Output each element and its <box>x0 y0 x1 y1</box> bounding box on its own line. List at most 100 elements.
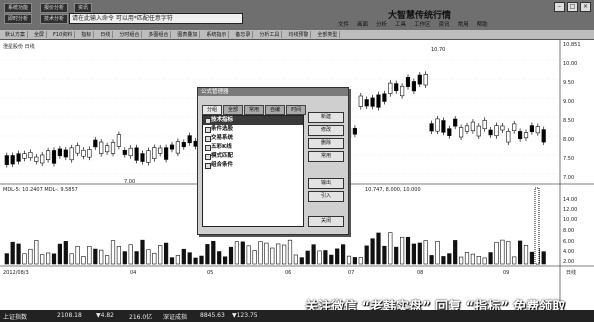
toolbar-intraday[interactable]: 分时组合 <box>117 31 143 38</box>
volume-bar <box>34 240 39 265</box>
tab-common[interactable]: 常用 <box>244 105 265 115</box>
edit-button[interactable]: 修改 <box>308 125 344 136</box>
candle <box>399 85 405 97</box>
candle <box>105 145 110 153</box>
tab-custom[interactable]: 自编 <box>265 105 286 115</box>
volume-bar <box>128 244 133 265</box>
delete-button[interactable]: 删除 <box>308 138 344 149</box>
index1-amount: 216.0亿 <box>129 314 153 321</box>
volume-bar <box>464 252 470 265</box>
volume-bar <box>105 255 110 265</box>
system-button[interactable]: 系统功能 <box>4 3 33 13</box>
vol-tick: 8.00 <box>563 228 574 234</box>
common-button[interactable]: 常用 <box>308 151 344 162</box>
title-bar: 系统功能 报价分析 即时分析 技术分析 资讯 请在此输入命令 可以用*匹配任意字… <box>0 0 594 30</box>
toolbar-fullscreen[interactable]: 全屏 <box>32 31 48 38</box>
volume-bar <box>405 236 411 265</box>
minimize-icon[interactable]: – <box>554 2 565 12</box>
volume-bar <box>264 242 269 265</box>
menu-workspace[interactable]: 工作区 <box>414 20 431 28</box>
tab-time[interactable]: 时间 <box>286 105 307 115</box>
volume-bar <box>199 255 204 265</box>
menu-analysis[interactable]: 分析 <box>376 20 387 28</box>
candle <box>405 77 411 87</box>
candle <box>470 121 476 132</box>
volume-bar <box>169 257 175 265</box>
volume-bar <box>293 254 299 265</box>
date-label: 2012/08/3 <box>3 270 29 276</box>
date-label: 06 <box>285 270 291 276</box>
volume-bar <box>223 256 228 265</box>
candle <box>494 125 499 137</box>
volume-bar <box>346 255 352 265</box>
quote-button[interactable]: 报价分析 <box>40 3 69 13</box>
volume-bar <box>311 244 316 265</box>
price-tick: 8.50 <box>563 118 574 124</box>
info-button[interactable]: 资讯 <box>74 3 93 13</box>
close-button[interactable]: 关闭 <box>308 216 344 227</box>
tab-group[interactable]: 分组 <box>202 105 223 115</box>
candle <box>435 118 440 132</box>
toolbar-memo[interactable]: 备忘录 <box>233 31 254 38</box>
toolbar-alert[interactable]: 均线预警 <box>286 31 312 38</box>
volume-bar <box>258 241 263 265</box>
formula-list[interactable]: 技术指标 条件选股 交易系统 五彩K线 模式匹配 组合条件 <box>202 115 304 227</box>
index1-change: ▼4.82 <box>96 312 114 319</box>
command-input[interactable]: 请在此输入命令 可以用*匹配任意字符 <box>69 13 243 24</box>
menu-file[interactable]: 文件 <box>338 20 349 28</box>
toolbar-multi[interactable]: 多图组合 <box>146 31 172 38</box>
volume-bar <box>423 240 428 265</box>
candle <box>128 147 133 157</box>
vol-tick: 14.00 <box>563 197 577 203</box>
close-icon[interactable]: × <box>580 2 591 12</box>
toolbar-tools[interactable]: 分析工具 <box>257 31 283 38</box>
volume-bar <box>158 245 163 265</box>
instant-button[interactable]: 即时分析 <box>4 14 33 24</box>
volume-bar <box>352 257 358 265</box>
candle <box>535 126 540 134</box>
index2-name[interactable]: 深证成指 <box>163 312 187 321</box>
date-label: 05 <box>207 270 213 276</box>
toolbar-all[interactable]: 全部类型 <box>315 31 341 38</box>
date-label: 04 <box>130 270 136 276</box>
toolbar-indicator[interactable]: 指标 <box>79 31 95 38</box>
volume-bar <box>494 241 499 265</box>
maximize-icon[interactable]: □ <box>567 2 578 12</box>
import-button[interactable]: 引入 <box>308 191 344 202</box>
list-item[interactable]: 条件选股 <box>203 125 303 134</box>
menu-common[interactable]: 常用 <box>458 20 469 28</box>
toolbar-daily[interactable]: 日线 <box>98 31 114 38</box>
candle <box>453 118 458 127</box>
volume-bar <box>329 254 334 265</box>
list-item[interactable]: 模式匹配 <box>203 152 303 161</box>
list-item[interactable]: 组合条件 <box>203 161 303 170</box>
menu-info[interactable]: 资讯 <box>439 20 450 28</box>
toolbar-scheme[interactable]: 默认方案 <box>3 31 29 38</box>
list-item[interactable]: 五彩K线 <box>203 143 303 152</box>
low-label: 7.00 <box>124 179 135 185</box>
index1-name[interactable]: 上证指数 <box>3 312 27 321</box>
tech-button[interactable]: 技术分析 <box>40 14 69 24</box>
candle <box>158 147 163 154</box>
volume-bar <box>75 245 80 265</box>
list-item[interactable]: 交易系统 <box>203 134 303 143</box>
candle <box>488 129 493 136</box>
volume-bar <box>488 252 493 265</box>
toolbar-f10[interactable]: F10资料 <box>51 31 76 38</box>
menu-view[interactable]: 画面 <box>357 20 368 28</box>
menu-tools[interactable]: 工具 <box>395 20 406 28</box>
volume-bar <box>506 241 511 265</box>
export-button[interactable]: 输出 <box>308 178 344 189</box>
candle <box>140 153 145 162</box>
candle <box>523 132 529 139</box>
toolbar-overlay[interactable]: 图表叠加 <box>175 31 201 38</box>
volume-bar <box>246 245 251 265</box>
candle <box>28 152 33 159</box>
new-button[interactable]: 新建 <box>308 112 344 123</box>
toolbar-sys[interactable]: 系统指示 <box>204 31 230 38</box>
list-item[interactable]: 技术指标 <box>203 116 303 125</box>
candle <box>16 153 21 162</box>
candle <box>541 129 546 143</box>
tab-all[interactable]: 全部 <box>223 105 244 115</box>
menu-help[interactable]: 帮助 <box>477 20 488 28</box>
